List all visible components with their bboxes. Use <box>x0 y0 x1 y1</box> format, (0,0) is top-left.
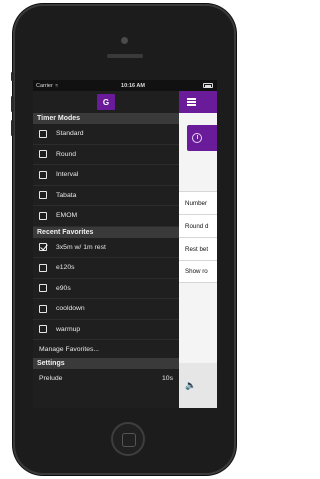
favorite-item[interactable]: cooldown <box>33 299 179 320</box>
main-row-round-duration[interactable]: Round d <box>179 214 217 237</box>
item-label: cooldown <box>56 305 85 313</box>
main-row-rest-between[interactable]: Rest bet <box>179 237 217 260</box>
setting-value: 10s <box>162 375 173 382</box>
timer-mode-interval[interactable]: Interval <box>33 165 179 186</box>
earpiece-speaker <box>107 54 143 58</box>
section-header-settings: Settings <box>33 358 179 369</box>
speaker-icon[interactable]: 🔈 <box>185 380 196 391</box>
home-button[interactable] <box>111 422 145 456</box>
main-header <box>179 91 217 113</box>
main-footer: 🔈 <box>179 363 217 408</box>
checkbox-checked[interactable] <box>39 243 47 252</box>
timer-mode-round[interactable]: Round <box>33 145 179 165</box>
status-bar: Carrier ≈ 10:16 AM <box>33 80 217 91</box>
checkbox[interactable] <box>39 129 47 138</box>
item-label: EMOM <box>56 212 78 220</box>
item-label: Standard <box>56 130 84 138</box>
side-drawer: G Timer Modes Standard Round Interval Ta… <box>33 91 179 408</box>
setting-label: Prelude <box>39 375 63 382</box>
favorite-item[interactable]: e120s <box>33 258 179 279</box>
clock-icon <box>192 133 202 143</box>
volume-button <box>11 120 14 136</box>
checkbox[interactable] <box>39 170 47 179</box>
main-row-number[interactable]: Number <box>179 191 217 214</box>
item-label: Interval <box>56 171 79 179</box>
section-header-recent-favorites: Recent Favorites <box>33 226 179 238</box>
mute-switch <box>11 72 14 81</box>
main-settings-list: Number Round d Rest bet Show ro <box>179 191 217 283</box>
carrier-label: Carrier ≈ <box>36 82 59 89</box>
checkbox[interactable] <box>39 211 47 220</box>
main-content: Number Round d Rest bet Show ro 🔈 <box>179 91 217 408</box>
timer-mode-standard[interactable]: Standard <box>33 124 179 145</box>
timer-mode-emom[interactable]: EMOM <box>33 206 179 227</box>
status-time: 10:16 AM <box>121 82 145 89</box>
wifi-icon: ≈ <box>55 82 59 89</box>
section-header-timer-modes: Timer Modes <box>33 113 179 124</box>
timer-banner[interactable] <box>187 125 217 151</box>
setting-prelude[interactable]: Prelude 10s <box>33 369 179 388</box>
favorite-item[interactable]: warmup <box>33 320 179 340</box>
timer-mode-tabata[interactable]: Tabata <box>33 186 179 206</box>
checkbox[interactable] <box>39 150 47 159</box>
hamburger-icon[interactable] <box>187 98 196 106</box>
favorite-item[interactable]: e90s <box>33 279 179 299</box>
checkbox[interactable] <box>39 284 47 293</box>
app-logo: G <box>97 94 115 110</box>
item-label: Round <box>56 150 77 158</box>
drawer-header: G <box>33 91 179 113</box>
checkbox[interactable] <box>39 191 47 200</box>
item-label: e120s <box>56 264 75 272</box>
item-label: 3x5m w/ 1m rest <box>56 243 106 251</box>
checkbox[interactable] <box>39 263 47 272</box>
item-label: Tabata <box>56 191 77 199</box>
battery-icon <box>203 83 213 88</box>
manage-favorites-link[interactable]: Manage Favorites... <box>33 340 179 358</box>
item-label: e90s <box>56 284 71 292</box>
front-camera <box>121 37 128 44</box>
favorite-item[interactable]: 3x5m w/ 1m rest <box>33 238 179 258</box>
checkbox[interactable] <box>39 325 47 334</box>
screen: Carrier ≈ 10:16 AM Number Round d Rest b… <box>33 80 217 408</box>
volume-button <box>11 96 14 112</box>
main-row-show-rounds[interactable]: Show ro <box>179 260 217 283</box>
item-label: warmup <box>56 325 81 333</box>
checkbox[interactable] <box>39 304 47 313</box>
